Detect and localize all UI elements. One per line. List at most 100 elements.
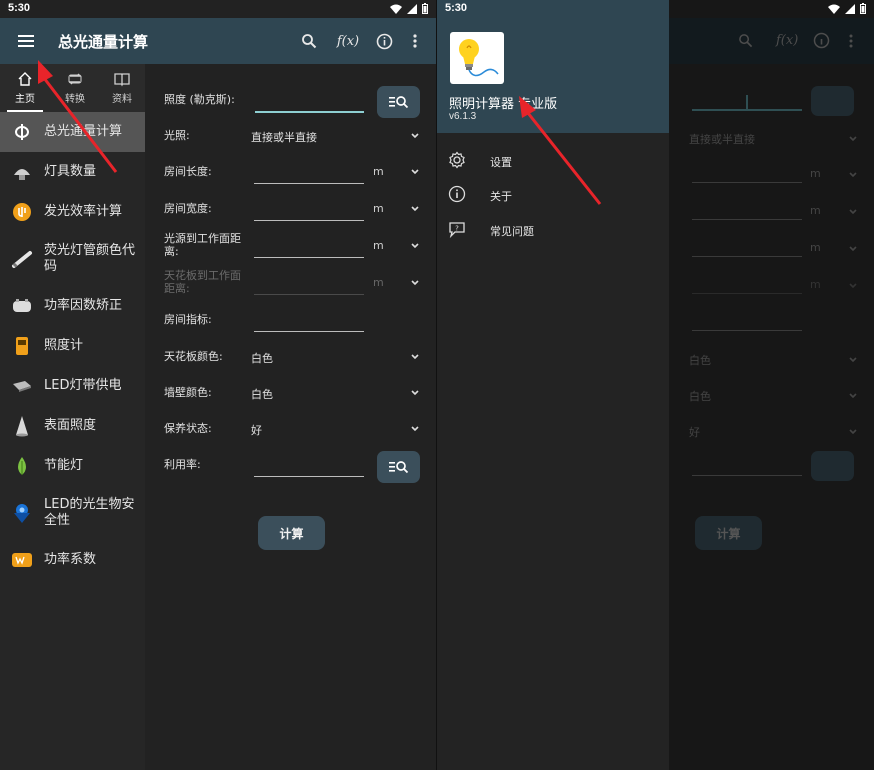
convert-icon	[68, 73, 82, 85]
search-icon	[302, 34, 317, 49]
sidebar-item-total-flux[interactable]: 总光通量计算	[0, 112, 145, 152]
flux-form: 照度 (勒克斯): 光照: 直接或半直接 房间长度: m 房间宽度: m 光源到…	[146, 64, 436, 770]
room-index-row: 房间指标:	[164, 304, 420, 338]
list-search-icon	[388, 96, 408, 109]
sidebar-item-led-photobio[interactable]: LED的光生物安全性	[0, 486, 145, 540]
dim-calculate-button: 计算	[695, 516, 762, 550]
gear-icon	[449, 151, 465, 169]
wifi-icon	[390, 4, 402, 14]
tab-convert[interactable]: 转换	[51, 64, 99, 112]
lighting-label: 光照:	[164, 129, 190, 142]
search-button[interactable]	[297, 29, 321, 53]
sidebar-item-label: LED灯带供电	[44, 378, 122, 393]
sidebar-item-label: 发光效率计算	[44, 204, 123, 219]
app-name: 照明计算器 专业版	[449, 97, 558, 112]
sidebar-item-efficacy[interactable]: 发光效率计算	[0, 192, 145, 232]
info-icon	[813, 32, 830, 49]
signal-icon	[407, 3, 417, 14]
wall-color-select[interactable]: 白色	[251, 386, 273, 402]
dim-maintenance: 好	[689, 426, 700, 439]
status-icons	[390, 3, 428, 14]
unit-label: m	[373, 239, 384, 252]
source-height-input[interactable]	[254, 257, 364, 258]
room-length-input[interactable]	[254, 183, 364, 184]
home-icon	[18, 72, 32, 86]
room-width-input[interactable]	[254, 220, 364, 221]
dim-field	[692, 256, 802, 257]
calculate-button[interactable]: 计算	[258, 516, 325, 550]
illuminance-input[interactable]	[255, 97, 401, 113]
formula-button: f(x)	[776, 33, 799, 48]
status-bar: 5:30	[0, 0, 436, 18]
sidebar-item-surface-illuminance[interactable]: 表面照度	[0, 406, 145, 446]
page-title: 总光通量计算	[58, 33, 149, 51]
room-index-input[interactable]	[254, 331, 364, 332]
dim-lookup-button	[811, 451, 854, 481]
list-search-icon	[388, 461, 408, 474]
chevron-down-icon[interactable]	[410, 167, 420, 177]
sidebar-item-label: 荧光灯管颜色代码	[44, 243, 136, 274]
utilization-input[interactable]	[254, 476, 364, 477]
app-bar: 总光通量计算 f(x)	[0, 18, 436, 64]
sidebar-item-lamp-count[interactable]: 灯具数量	[0, 152, 145, 192]
chevron-down-icon	[411, 390, 419, 396]
tab-reference[interactable]: 资料	[98, 64, 146, 112]
chevron-down-icon	[849, 172, 857, 178]
dim-lighting-value: 直接或半直接	[689, 133, 755, 146]
chevron-down-icon[interactable]	[410, 204, 420, 214]
sidebar-item-pf-correction[interactable]: 功率因数矫正	[0, 286, 145, 326]
chevron-down-icon[interactable]	[410, 278, 420, 288]
maintenance-select[interactable]: 好	[251, 422, 262, 438]
maintenance-label: 保养状态:	[164, 422, 212, 435]
illuminance-label: 照度 (勒克斯):	[164, 93, 235, 106]
sidebar-item-fluorescent-code[interactable]: 荧光灯管颜色代码	[0, 232, 145, 286]
status-time: 5:30	[445, 2, 468, 14]
chevron-down-icon[interactable]	[410, 241, 420, 251]
unit-label: m	[373, 202, 384, 215]
utilization-lookup-button[interactable]	[377, 451, 420, 483]
wall-color-label: 墙壁颜色:	[164, 386, 212, 399]
lighting-select[interactable]: 直接或半直接	[251, 129, 317, 145]
dim-lookup-button	[811, 86, 854, 116]
dim-field	[692, 182, 802, 183]
wifi-icon	[828, 4, 840, 14]
maintenance-row[interactable]: 保养状态: 好	[164, 413, 420, 447]
formula-button[interactable]: f(x)	[336, 29, 360, 53]
sidebar-item-led-strip[interactable]: LED灯带供电	[0, 366, 145, 406]
chevron-down-icon	[849, 357, 857, 363]
wall-color-row[interactable]: 墙壁颜色: 白色	[164, 377, 420, 411]
drawer-item-settings[interactable]: 设置	[437, 143, 669, 177]
illuminance-lookup-button[interactable]	[377, 86, 420, 118]
dim-unit: m	[810, 204, 821, 217]
app-version: v6.1.3	[449, 111, 477, 122]
sidebar-item-cfl[interactable]: 节能灯	[0, 446, 145, 486]
sidebar-nav: 总光通量计算 灯具数量 发光效率计算 荧光灯管颜色代码 功率因数矫正 照度计 L…	[0, 112, 145, 580]
ceiling-color-select[interactable]: 白色	[251, 350, 273, 366]
ceiling-color-row[interactable]: 天花板颜色: 白色	[164, 341, 420, 375]
dim-field	[692, 475, 802, 476]
drawer-item-faq[interactable]: ? 常见问题	[437, 212, 669, 246]
sidebar-item-lux-meter[interactable]: 照度计	[0, 326, 145, 366]
ceiling-height-row: 天花板到工作面距离: m	[164, 267, 420, 301]
sidebar-item-label: LED的光生物安全性	[44, 497, 135, 528]
sidebar-item-label: 照度计	[44, 338, 84, 353]
hamburger-menu-icon[interactable]	[14, 29, 38, 53]
overflow-menu-button[interactable]	[403, 29, 427, 53]
tab-home[interactable]: 主页	[1, 64, 49, 112]
chevron-down-icon	[849, 393, 857, 399]
battery-icon	[860, 3, 866, 14]
sidebar-item-label: 灯具数量	[44, 164, 97, 179]
tab-home-label: 主页	[15, 94, 35, 105]
sidebar-item-power-factor[interactable]: 功率系数	[0, 540, 145, 580]
lighting-row[interactable]: 光照: 直接或半直接	[164, 120, 420, 154]
chevron-down-icon	[849, 136, 857, 142]
utilization-label: 利用率:	[164, 458, 201, 471]
room-length-label: 房间长度:	[164, 165, 212, 178]
status-bar: 5:30	[437, 0, 669, 18]
dim-field	[692, 330, 802, 331]
drawer-item-about[interactable]: 关于	[437, 177, 669, 211]
info-button[interactable]	[372, 29, 396, 53]
dim-unit: m	[810, 167, 821, 180]
ceiling-height-label: 天花板到工作面距离:	[164, 269, 241, 295]
more-vert-icon	[413, 34, 417, 48]
